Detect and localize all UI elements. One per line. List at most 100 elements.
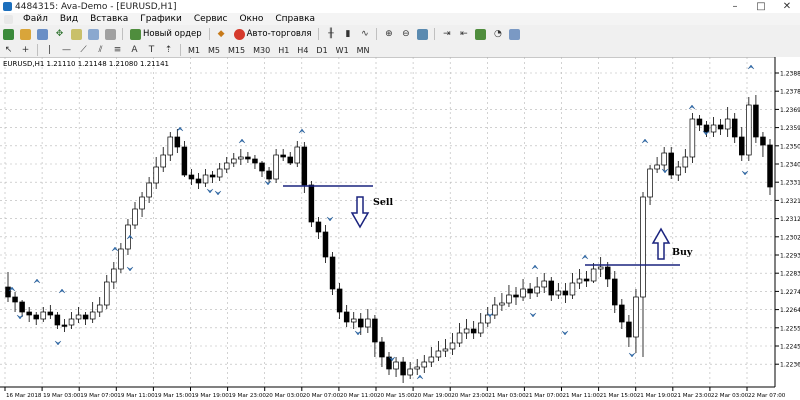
autotrading-button[interactable]: Авто-торговля: [233, 28, 311, 40]
strategy-tester-icon[interactable]: [105, 28, 116, 40]
candle-body: [499, 302, 505, 306]
candle-body: [294, 146, 301, 164]
candle-body: [19, 301, 25, 313]
time-label: 22 Mar 07:00: [748, 393, 786, 399]
tf-mn[interactable]: MN: [353, 46, 374, 55]
tf-h4[interactable]: H4: [293, 46, 312, 55]
objects-toolbar: ↖ + | — ⟋ ⫽ ≡ A T ⇡ M1 M5 M15 M30 H1 H4 …: [0, 43, 800, 58]
menu-window[interactable]: Окно: [233, 14, 269, 24]
buy-label: Buy: [672, 247, 693, 258]
market-watch-icon[interactable]: [37, 28, 48, 40]
candle-body: [576, 278, 583, 284]
candlestick-icon[interactable]: ▮: [342, 29, 353, 40]
tile-windows-icon[interactable]: [417, 28, 429, 40]
candle-body: [746, 104, 752, 156]
fractal-up-arrow: [531, 264, 539, 270]
menu-tools[interactable]: Сервис: [188, 14, 234, 24]
candle-body: [167, 136, 174, 156]
candle-body: [492, 304, 498, 316]
price-chart[interactable]: 1.23880 1.23785 1.23690 1.23595 1.23500 1.234…: [0, 57, 800, 400]
tf-d1[interactable]: D1: [312, 46, 331, 55]
candle-body: [68, 318, 75, 326]
tf-m30[interactable]: M30: [249, 46, 274, 55]
candle-body: [400, 361, 406, 376]
minimize-button[interactable]: –: [722, 0, 748, 13]
document-icon[interactable]: [4, 14, 13, 24]
price-label: 1.23120: [780, 216, 800, 223]
candle-body: [54, 314, 61, 326]
tf-w1[interactable]: W1: [332, 46, 353, 55]
price-label: 1.23500: [780, 143, 800, 150]
chart-shift-icon[interactable]: ⇤: [458, 29, 469, 40]
tf-m1[interactable]: M1: [184, 46, 204, 55]
menu-help[interactable]: Справка: [269, 14, 321, 24]
title-bar: 4484315: Ava-Demo - [EURUSD,H1] – □ ✕: [0, 0, 800, 14]
tf-h1[interactable]: H1: [274, 46, 293, 55]
trendline-icon[interactable]: ⟋: [78, 45, 89, 56]
new-order-label: Новый ордер: [143, 29, 202, 39]
terminal-icon[interactable]: [88, 28, 99, 40]
price-label: 1.23785: [780, 89, 800, 96]
menu-charts[interactable]: Графики: [134, 14, 188, 24]
maximize-button[interactable]: □: [748, 0, 774, 13]
candle-body: [259, 162, 265, 172]
zoom-in-icon[interactable]: ⊕: [383, 29, 394, 40]
channel-icon[interactable]: ⫽: [95, 45, 106, 56]
fractal-down-arrow: [561, 330, 569, 336]
candle-body: [372, 318, 378, 343]
fractal-up-arrow: [641, 138, 649, 144]
candle-body: [40, 311, 47, 320]
profiles-icon[interactable]: [20, 28, 31, 40]
new-chart-icon[interactable]: [3, 28, 14, 40]
fractal-down-arrow: [326, 216, 334, 222]
indicators-icon[interactable]: [475, 28, 487, 40]
time-label: 21 Mar 19:00: [637, 393, 675, 399]
crosshair-icon[interactable]: +: [20, 45, 31, 56]
candle-body: [5, 286, 11, 298]
navigator-icon[interactable]: ✥: [54, 29, 65, 40]
periods-icon[interactable]: ◔: [492, 29, 503, 40]
line-chart-icon[interactable]: ∿: [359, 29, 370, 40]
cursor-icon[interactable]: ↖: [3, 45, 14, 56]
time-label: 19 Mar 03:00: [43, 393, 81, 399]
menu-file[interactable]: Файл: [17, 14, 54, 24]
zoom-out-icon[interactable]: ⊖: [400, 29, 411, 40]
templates-icon[interactable]: [509, 28, 521, 40]
fibonacci-icon[interactable]: ≡: [112, 45, 123, 56]
fractal-down-arrow: [264, 180, 272, 186]
candle-body: [414, 366, 420, 370]
vertical-line-icon[interactable]: |: [44, 45, 55, 56]
candle-body: [33, 314, 39, 320]
autoscroll-icon[interactable]: ⇥: [441, 29, 452, 40]
fractal-down-arrow: [126, 266, 134, 272]
arrows-icon[interactable]: ⇡: [163, 45, 174, 56]
close-button[interactable]: ✕: [774, 0, 800, 13]
candle-body: [640, 196, 646, 298]
candle-body: [597, 266, 604, 270]
candle-body: [619, 304, 625, 323]
tf-m15[interactable]: M15: [224, 46, 249, 55]
time-label: 16 Mar 2018: [6, 393, 42, 399]
fractal-up-arrow: [111, 246, 119, 252]
label-icon[interactable]: T: [146, 45, 157, 56]
menu-view[interactable]: Вид: [54, 14, 84, 24]
time-label: 20 Mar 19:00: [414, 393, 452, 399]
menu-insert[interactable]: Вставка: [84, 14, 134, 24]
bar-chart-icon[interactable]: ╫: [325, 29, 336, 40]
candle-body: [273, 154, 279, 180]
new-order-button[interactable]: Новый ордер: [130, 28, 202, 40]
time-label: 20 Mar 23:00: [451, 393, 489, 399]
tf-m5[interactable]: M5: [204, 46, 224, 55]
candle-body: [181, 146, 188, 176]
candle-body: [470, 328, 477, 334]
text-icon[interactable]: A: [129, 45, 140, 56]
metaeditor-icon[interactable]: ◆: [216, 29, 227, 40]
candle-body: [527, 288, 533, 294]
candle-body: [569, 282, 576, 296]
candle-body: [266, 170, 272, 180]
time-label: 21 Mar 07:00: [525, 393, 563, 399]
candle-body: [47, 311, 54, 316]
data-window-icon[interactable]: [71, 28, 82, 40]
candle-body: [308, 184, 315, 223]
horizontal-line-icon[interactable]: —: [61, 45, 72, 56]
